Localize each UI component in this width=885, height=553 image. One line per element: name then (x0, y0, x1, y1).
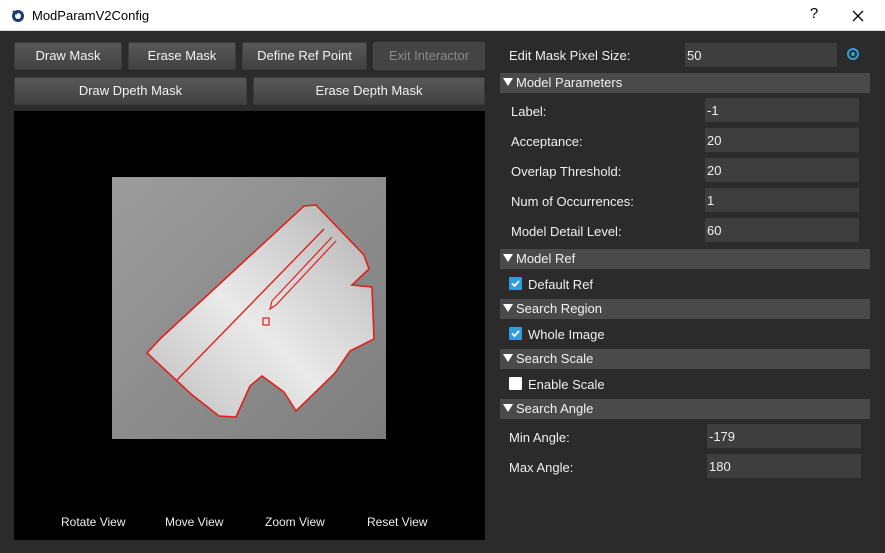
min-angle-input[interactable] (707, 424, 861, 448)
label-label: Label: (511, 104, 547, 119)
section-title: Model Parameters (516, 75, 623, 90)
section-title: Search Region (516, 301, 602, 316)
max-angle-input[interactable] (707, 454, 861, 478)
default-ref-label: Default Ref (528, 277, 594, 292)
whole-image-label: Whole Image (528, 327, 605, 342)
edit-mask-pixel-size-label: Edit Mask Pixel Size: (509, 48, 631, 63)
section-search-scale[interactable]: Search Scale (500, 349, 870, 369)
rotate-view-button[interactable]: Rotate View (61, 515, 125, 529)
edit-mask-radio[interactable] (847, 48, 859, 60)
enable-scale-checkbox[interactable] (509, 377, 522, 390)
image-viewport[interactable]: Rotate View Move View Zoom View Reset Vi… (14, 111, 485, 540)
num-occurrences-input[interactable] (705, 188, 859, 212)
label-input[interactable] (705, 98, 859, 122)
section-title: Search Angle (516, 401, 594, 416)
erase-mask-button[interactable]: Erase Mask (128, 42, 236, 70)
max-angle-label: Max Angle: (509, 460, 574, 475)
window-title: ModParamV2Config (32, 8, 150, 23)
whole-image-checkbox[interactable] (509, 327, 522, 340)
model-detail-level-label: Model Detail Level: (511, 224, 622, 239)
overlap-threshold-input[interactable] (705, 158, 859, 182)
app-logo-icon (12, 10, 24, 22)
num-occurrences-label: Num of Occurrences: (511, 194, 634, 209)
reset-view-button[interactable]: Reset View (367, 515, 427, 529)
enable-scale-label: Enable Scale (528, 377, 605, 392)
collapse-arrow-icon (503, 254, 513, 262)
section-search-angle[interactable]: Search Angle (500, 399, 870, 419)
move-view-button[interactable]: Move View (165, 515, 223, 529)
section-title: Search Scale (516, 351, 594, 366)
min-angle-label: Min Angle: (509, 430, 570, 445)
collapse-arrow-icon (503, 304, 513, 312)
title-bar: ModParamV2Config ? (0, 0, 885, 31)
edit-mask-pixel-size-input[interactable] (685, 43, 837, 67)
draw-mask-button[interactable]: Draw Mask (14, 42, 122, 70)
erase-depth-mask-button[interactable]: Erase Depth Mask (253, 77, 485, 105)
collapse-arrow-icon (503, 354, 513, 362)
acceptance-label: Acceptance: (511, 134, 583, 149)
section-search-region[interactable]: Search Region (500, 299, 870, 319)
zoom-view-button[interactable]: Zoom View (265, 515, 325, 529)
collapse-arrow-icon (503, 78, 513, 86)
acceptance-input[interactable] (705, 128, 859, 152)
section-title: Model Ref (516, 251, 576, 266)
model-detail-level-input[interactable] (705, 218, 859, 242)
collapse-arrow-icon (503, 404, 513, 412)
part-image (112, 177, 386, 439)
section-model-parameters[interactable]: Model Parameters (500, 73, 870, 93)
exit-interactor-button[interactable]: Exit Interactor (373, 42, 485, 70)
define-ref-point-button[interactable]: Define Ref Point (242, 42, 367, 70)
checkmark-icon (511, 330, 520, 338)
section-model-ref[interactable]: Model Ref (500, 249, 870, 269)
overlap-threshold-label: Overlap Threshold: (511, 164, 622, 179)
close-icon[interactable] (848, 6, 868, 26)
draw-depth-mask-button[interactable]: Draw Dpeth Mask (14, 77, 247, 105)
checkmark-icon (511, 280, 520, 288)
default-ref-checkbox[interactable] (509, 277, 522, 290)
radio-dot (851, 52, 855, 56)
help-button[interactable]: ? (806, 5, 822, 25)
